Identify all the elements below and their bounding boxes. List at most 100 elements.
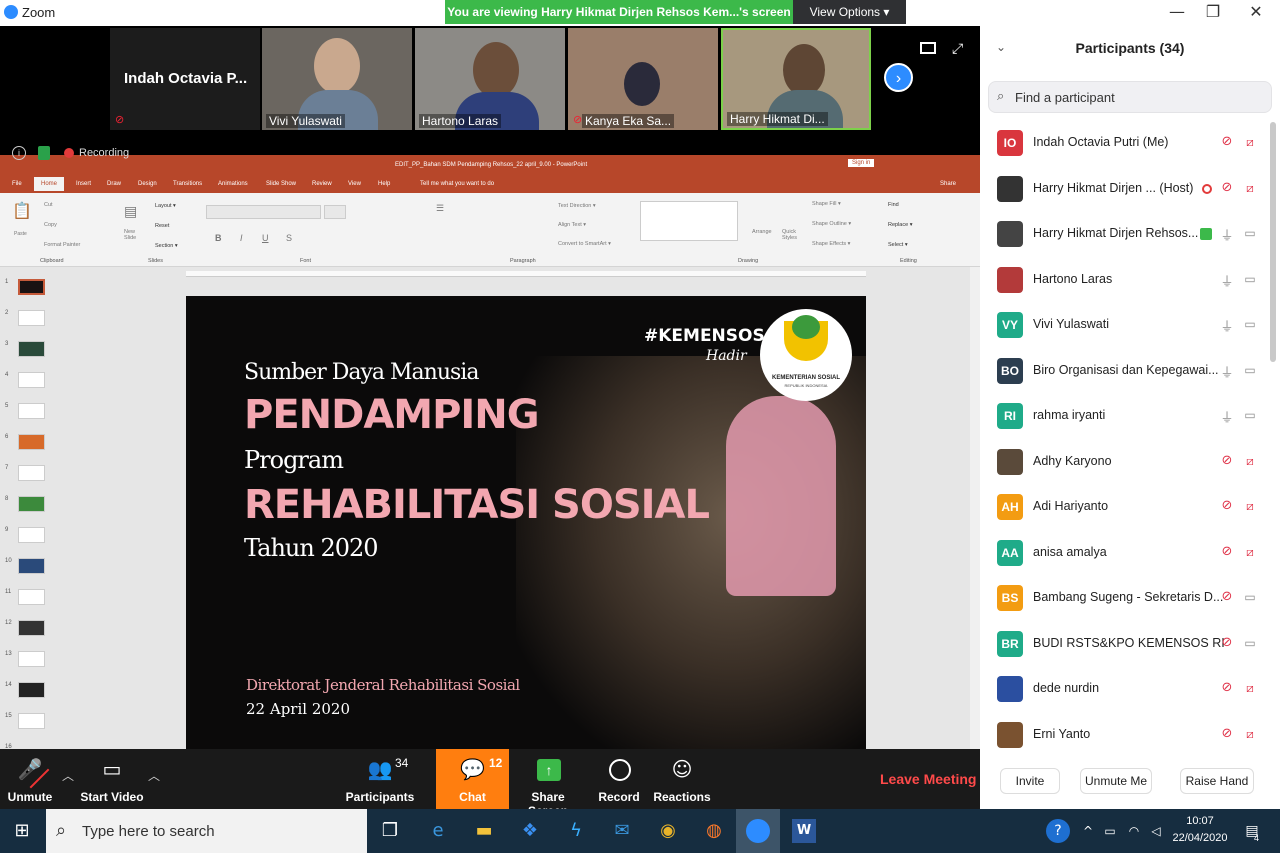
mic-muted-icon[interactable]: ⊘	[1220, 134, 1234, 152]
ppt-tab[interactable]: Slide Show	[266, 181, 296, 187]
participant-row[interactable]: AH Adi Hariyanto ⊘ ⧄	[980, 485, 1270, 530]
ppt-tab[interactable]: Design	[138, 181, 157, 187]
slide-thumbnail[interactable]	[18, 620, 45, 636]
video-on-icon[interactable]: ▭	[1241, 408, 1259, 422]
mic-on-icon[interactable]: ⏚	[1220, 407, 1234, 426]
slide-thumbnail[interactable]	[18, 558, 45, 574]
slide-thumbnail[interactable]	[18, 341, 45, 357]
video-tile-indah[interactable]: Indah Octavia P... ⊘	[110, 28, 260, 130]
section-button[interactable]: Section ▾	[155, 243, 178, 249]
vertical-scrollbar[interactable]	[970, 267, 980, 749]
shape-fill-button[interactable]: Shape Fill ▾	[812, 201, 841, 207]
bullets-icon[interactable]: ☰	[436, 203, 444, 214]
slide-thumbnail[interactable]	[18, 434, 45, 450]
participant-row[interactable]: Harry Hikmat Dirjen Rehsos... ⏚ ▭	[980, 212, 1270, 257]
ppt-tab[interactable]: File	[12, 181, 22, 187]
mic-muted-icon[interactable]: ⊘	[1220, 498, 1234, 516]
participant-row[interactable]: Harry Hikmat Dirjen ... (Host) ⊘ ⧄	[980, 167, 1270, 212]
participant-row[interactable]: Erni Yanto ⊘ ⧄	[980, 713, 1270, 758]
tray-chevron-icon[interactable]: ^	[1076, 819, 1100, 843]
cut-button[interactable]: Cut	[44, 202, 53, 208]
slide-thumbnail[interactable]	[18, 682, 45, 698]
taskbar-clock[interactable]: 10:07 22/04/2020	[1170, 813, 1230, 847]
video-off-icon[interactable]: ⧄	[1241, 499, 1259, 513]
shapes-gallery[interactable]	[640, 201, 738, 241]
mic-muted-icon[interactable]: ⊘	[1220, 180, 1234, 198]
mic-on-icon[interactable]: ⏚	[1220, 362, 1234, 381]
select-button[interactable]: Select ▾	[888, 242, 908, 248]
volume-icon[interactable]: ◁	[1144, 819, 1168, 843]
dropbox-icon[interactable]: ❖	[518, 819, 542, 843]
participant-row[interactable]: BR BUDI RSTS&KPO KEMENSOS RI ⊘ ▭	[980, 622, 1270, 667]
minimize-button[interactable]: —	[1164, 2, 1190, 22]
align-text-button[interactable]: Align Text ▾	[558, 222, 586, 228]
font-size-dropdown[interactable]	[324, 205, 346, 219]
video-tile-hartono[interactable]: Hartono Laras	[415, 28, 565, 130]
ppt-tab[interactable]: Review	[312, 181, 332, 187]
participant-row[interactable]: Adhy Karyono ⊘ ⧄	[980, 440, 1270, 485]
mic-muted-icon[interactable]: ⊘	[1220, 726, 1234, 744]
mail-icon[interactable]: ✉	[610, 819, 634, 843]
taskbar-search-box[interactable]: ⌕ Type here to search	[46, 809, 367, 853]
notifications-icon[interactable]: ▤	[1240, 819, 1264, 843]
mic-on-icon[interactable]: ⏚	[1220, 271, 1234, 290]
record-button[interactable]: Record	[590, 749, 648, 809]
reactions-button[interactable]: ☺ Reactions	[650, 749, 714, 809]
chat-button[interactable]: 💬 12 Chat	[436, 749, 509, 809]
video-on-icon[interactable]: ▭	[1241, 317, 1259, 331]
slide-thumbnail[interactable]	[18, 372, 45, 388]
audio-options-chevron-icon[interactable]: ︿	[62, 767, 74, 784]
find-participant-input[interactable]: ⌕ Find a participant	[988, 81, 1272, 113]
arrange-button[interactable]: Arrange	[752, 229, 772, 235]
video-tile-harry[interactable]: Harry Hikmat Di...	[721, 28, 871, 130]
mic-on-icon[interactable]: ⏚	[1220, 225, 1234, 244]
unmute-button[interactable]: 🎤 Unmute	[0, 749, 60, 809]
file-explorer-icon[interactable]: ▬	[472, 819, 496, 843]
participants-scrollbar[interactable]	[1270, 122, 1276, 362]
mic-muted-icon[interactable]: ⊘	[1220, 680, 1234, 698]
ppt-tell-me[interactable]: Tell me what you want to do	[420, 181, 494, 187]
switch-layout-icon[interactable]	[920, 42, 936, 54]
ppt-tab[interactable]: Transitions	[173, 181, 202, 187]
text-direction-button[interactable]: Text Direction ▾	[558, 203, 596, 209]
gallery-next-page-button[interactable]: ›	[884, 63, 913, 92]
video-on-icon[interactable]: ▭	[1241, 363, 1259, 377]
shape-effects-button[interactable]: Shape Effects ▾	[812, 241, 850, 247]
underline-button[interactable]: U	[262, 233, 269, 243]
share-screen-button[interactable]: ↑ Share Screen	[512, 749, 584, 818]
ppt-tab[interactable]: Help	[378, 181, 390, 187]
security-shield-icon[interactable]	[38, 146, 50, 160]
maximize-button[interactable]: ❐	[1200, 2, 1226, 22]
video-on-icon[interactable]: ▭	[1241, 636, 1259, 650]
windows-start-icon[interactable]: ⊞	[10, 819, 34, 843]
invite-button[interactable]: Invite	[1000, 768, 1060, 794]
participant-row[interactable]: Hartono Laras ⏚ ▭	[980, 258, 1270, 303]
slide-thumbnail[interactable]	[18, 713, 45, 729]
leave-meeting-button[interactable]: Leave Meeting	[880, 771, 976, 787]
unmute-me-button[interactable]: Unmute Me	[1080, 768, 1152, 794]
ppt-tab[interactable]: Draw	[107, 181, 121, 187]
italic-button[interactable]: I	[240, 233, 243, 243]
ppt-tab[interactable]: View	[348, 181, 361, 187]
battery-icon[interactable]: ▭	[1098, 819, 1122, 843]
mic-muted-icon[interactable]: ⊘	[1220, 635, 1234, 653]
raise-hand-button[interactable]: Raise Hand	[1180, 768, 1254, 794]
word-icon[interactable]: W	[792, 819, 816, 843]
participant-row[interactable]: VY Vivi Yulaswati ⏚ ▭	[980, 303, 1270, 348]
ppt-tab[interactable]: Insert	[76, 181, 91, 187]
app-icon[interactable]: ϟ	[564, 819, 588, 843]
participants-button[interactable]: 👥 34 Participants	[345, 749, 415, 809]
view-options-button[interactable]: View Options ▾	[793, 0, 906, 24]
find-button[interactable]: Find	[888, 202, 899, 208]
layout-button[interactable]: Layout ▾	[155, 203, 176, 209]
video-off-icon[interactable]: ⧄	[1241, 181, 1259, 195]
slide-thumbnail[interactable]	[18, 310, 45, 326]
video-off-icon[interactable]: ⧄	[1241, 454, 1259, 468]
participant-row[interactable]: AA anisa amalya ⊘ ⧄	[980, 531, 1270, 576]
copy-button[interactable]: Copy	[44, 222, 57, 228]
info-icon[interactable]: i	[12, 146, 26, 160]
fullscreen-icon[interactable]: ⤢	[952, 41, 968, 57]
slide-thumbnail[interactable]	[18, 496, 45, 512]
replace-button[interactable]: Replace ▾	[888, 222, 912, 228]
shape-outline-button[interactable]: Shape Outline ▾	[812, 221, 851, 227]
